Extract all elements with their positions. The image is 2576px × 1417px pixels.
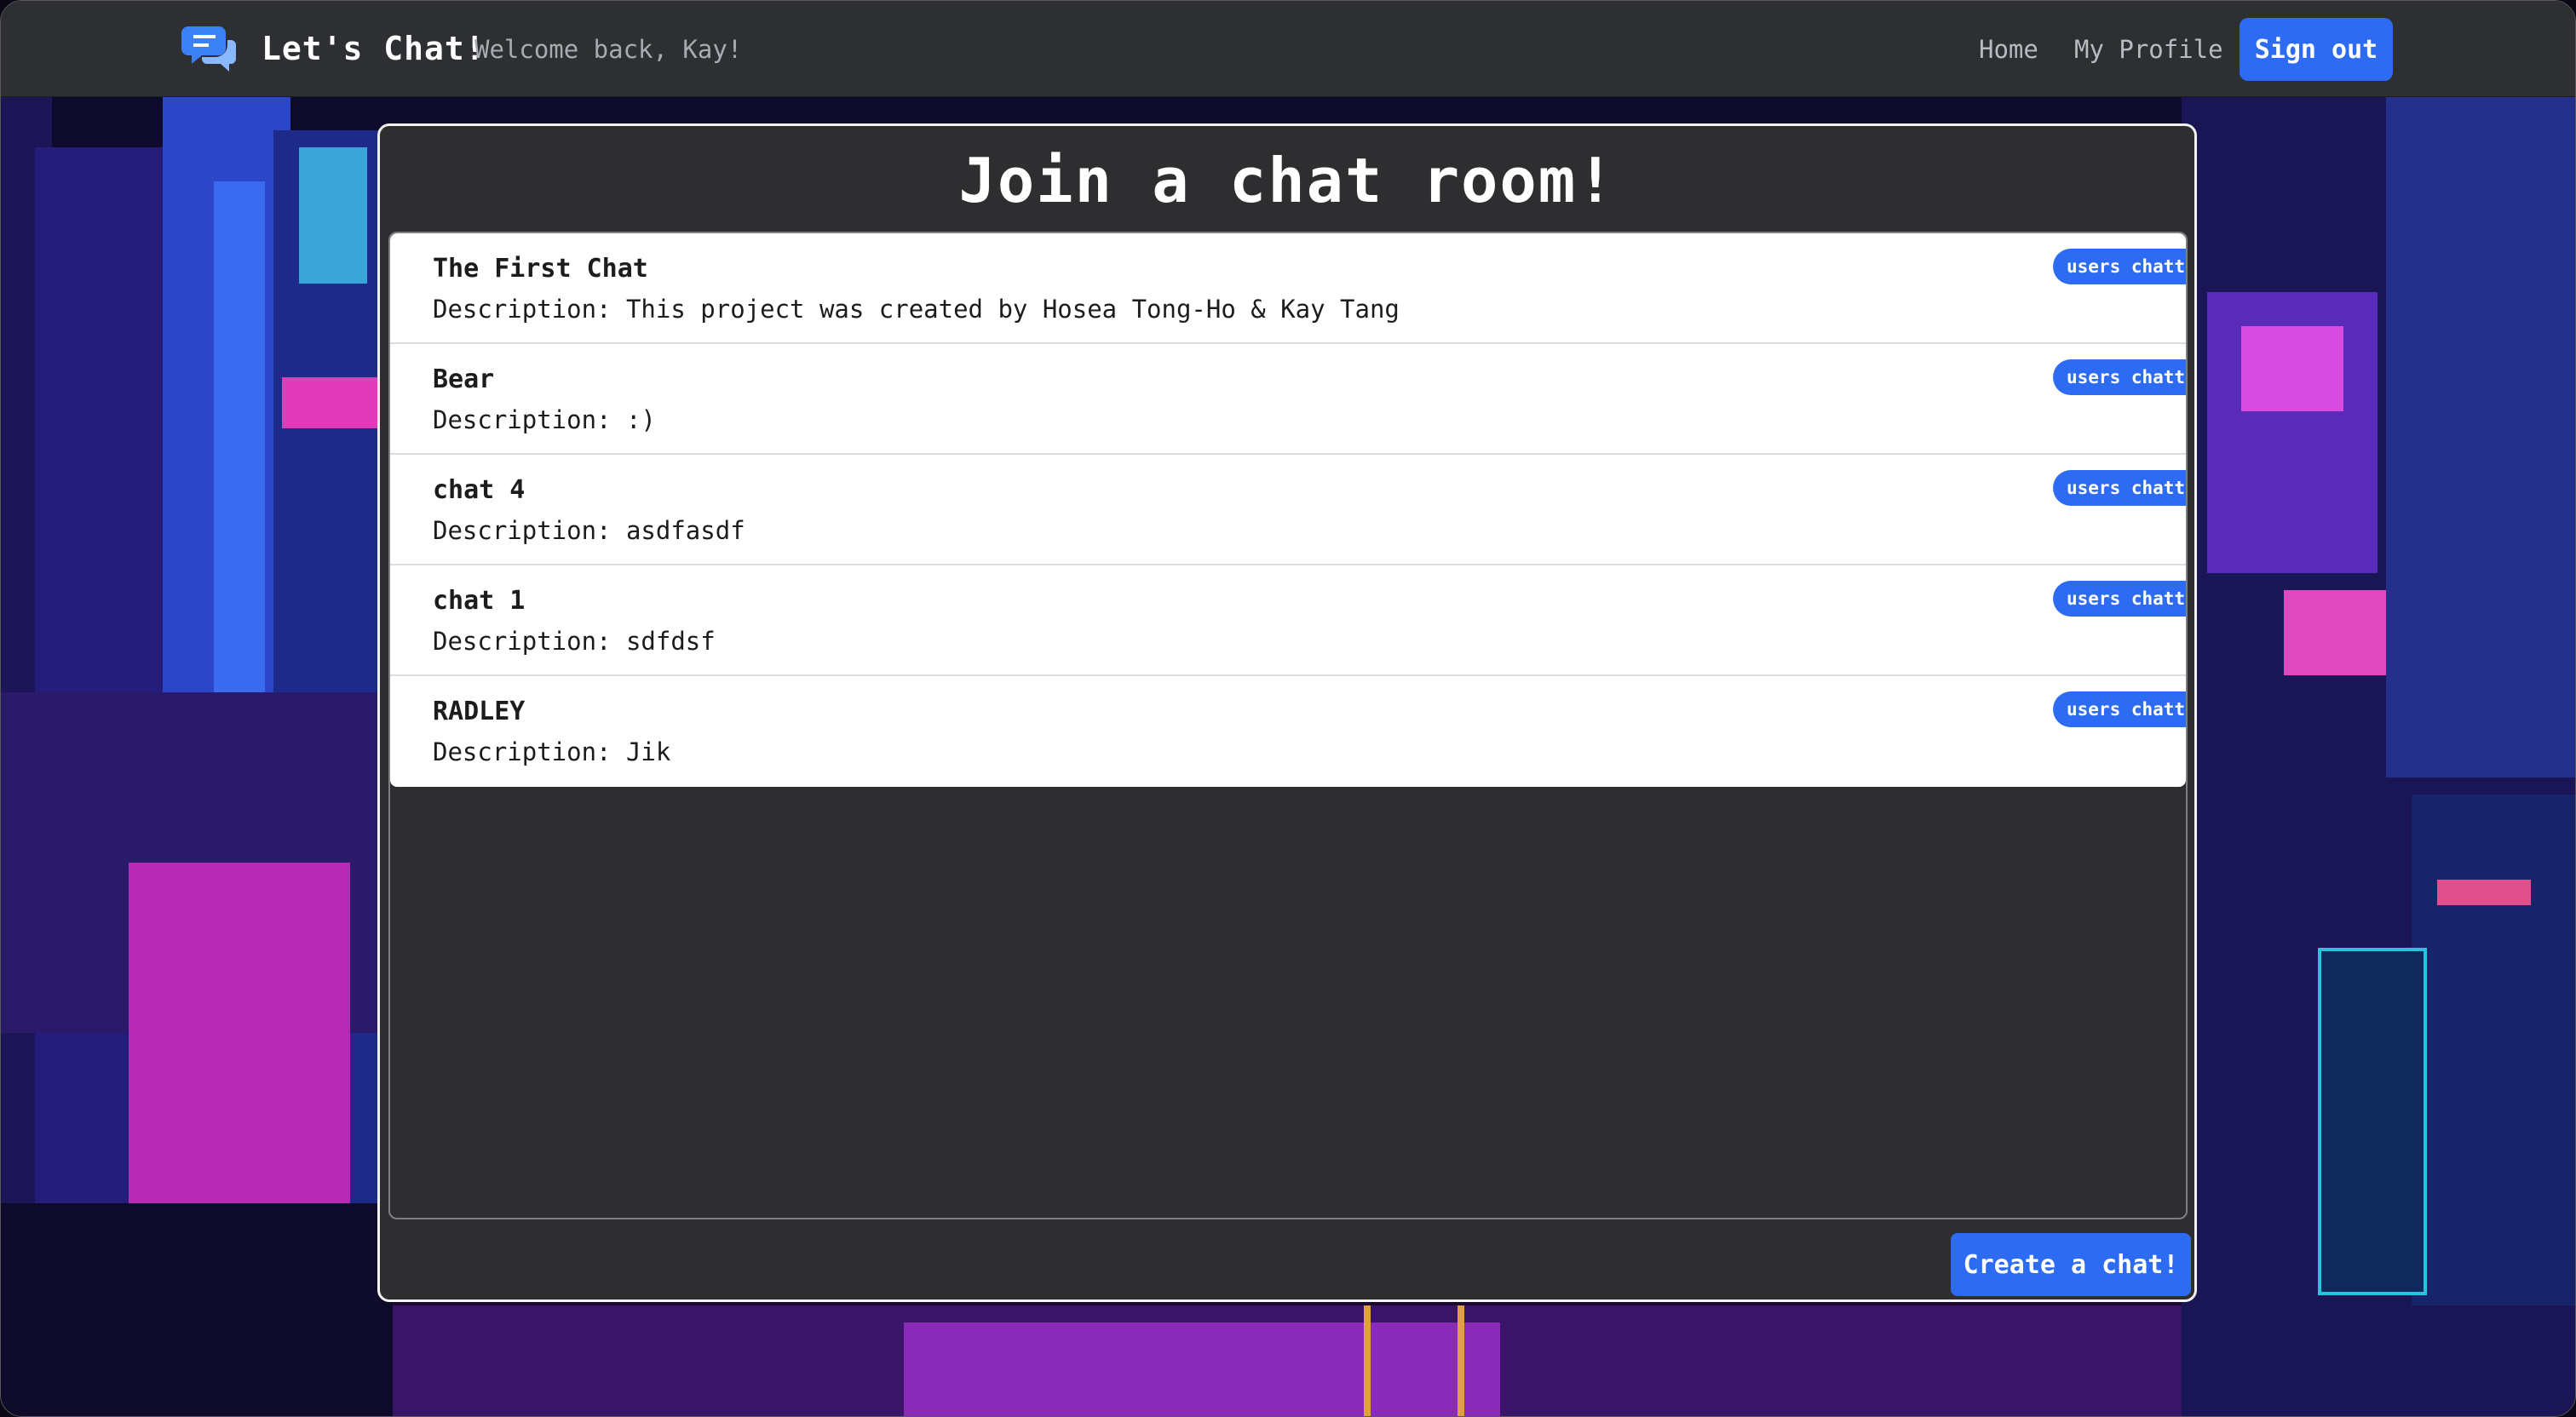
room-description: Description: :) (433, 405, 656, 434)
nav-link-home[interactable]: Home (1979, 35, 2038, 64)
chat-room-item[interactable]: RADLEY Description: Jik users chatting: … (390, 676, 2186, 787)
navbar: Let's Chat! Welcome back, Kay! Home My P… (1, 1, 2575, 97)
room-name: RADLEY (433, 697, 526, 726)
chat-room-list: The First Chat Description: This project… (390, 233, 2186, 787)
room-description: Description: sdfdsf (433, 627, 716, 656)
sign-out-button[interactable]: Sign out (2240, 18, 2393, 81)
room-description: Description: Jik (433, 737, 671, 766)
room-name: The First Chat (433, 254, 648, 284)
users-chatting-badge: users chatting: 0 (2053, 691, 2186, 727)
room-description: Description: This project was created by… (433, 295, 1400, 324)
room-name: Bear (433, 364, 495, 394)
chat-bubbles-icon[interactable] (181, 21, 238, 76)
create-chat-button[interactable]: Create a chat! (1951, 1233, 2191, 1296)
welcome-message: Welcome back, Kay! (474, 35, 743, 64)
app-window: Let's Chat! Welcome back, Kay! Home My P… (0, 0, 2576, 1417)
chat-room-item[interactable]: The First Chat Description: This project… (390, 233, 2186, 344)
chat-room-item[interactable]: Bear Description: :) users chatting: 0 (390, 344, 2186, 455)
chat-room-item[interactable]: chat 1 Description: sdfdsf users chattin… (390, 565, 2186, 676)
nav-link-my-profile[interactable]: My Profile (2074, 35, 2223, 64)
room-name: chat 1 (433, 586, 526, 616)
users-chatting-badge: users chatting: 0 (2053, 359, 2186, 395)
users-chatting-badge: users chatting: 0 (2053, 581, 2186, 617)
brand-name[interactable]: Let's Chat! (262, 30, 486, 67)
users-chatting-badge: users chatting: 0 (2053, 249, 2186, 284)
room-description: Description: asdfasdf (433, 516, 745, 545)
chat-room-item[interactable]: chat 4 Description: asdfasdf users chatt… (390, 455, 2186, 565)
page-title: Join a chat room! (958, 145, 1616, 216)
chat-rooms-card: Join a chat room! The First Chat Descrip… (377, 123, 2197, 1302)
room-name: chat 4 (433, 475, 526, 505)
users-chatting-badge: users chatting: 0 (2053, 470, 2186, 506)
chat-room-list-container[interactable]: The First Chat Description: This project… (388, 232, 2188, 1219)
